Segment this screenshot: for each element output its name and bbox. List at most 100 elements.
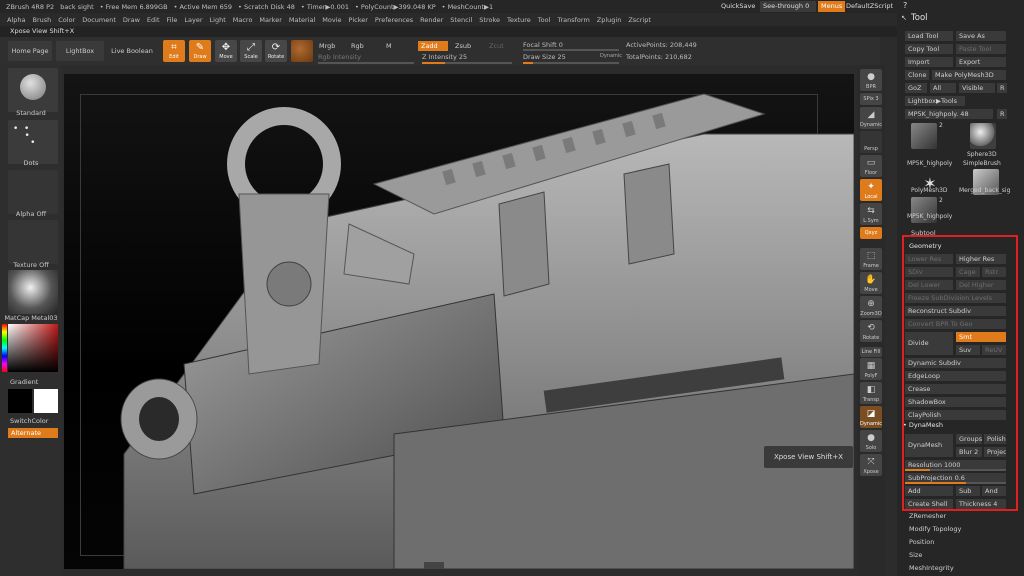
- quicksave-button[interactable]: QuickSave: [718, 1, 758, 12]
- meshintegrity-section[interactable]: MeshIntegrity: [909, 564, 954, 572]
- focal-shift-slider[interactable]: Focal Shift 0: [523, 41, 563, 49]
- default-zscript-button[interactable]: DefaultZScript: [843, 1, 896, 12]
- rgb-intensity-slider[interactable]: Rgb Intensity: [318, 53, 361, 61]
- main-color-swatch[interactable]: [8, 389, 32, 413]
- goz-button[interactable]: GoZ: [905, 83, 927, 93]
- line-fill-button[interactable]: Line Fill: [860, 347, 882, 357]
- paste-tool-button[interactable]: Paste Tool: [956, 44, 1006, 54]
- zadd-toggle[interactable]: Zadd: [418, 41, 448, 51]
- menu-preferences[interactable]: Preferences: [375, 16, 413, 24]
- menu-zplugin[interactable]: Zplugin: [597, 16, 622, 24]
- dynamic-size-toggle[interactable]: Dynamic: [600, 53, 622, 59]
- size-section[interactable]: Size: [909, 551, 922, 559]
- edit-button[interactable]: ⌗ Edit: [163, 40, 185, 62]
- rgb-toggle[interactable]: Rgb: [348, 41, 367, 51]
- copy-tool-button[interactable]: Copy Tool: [905, 44, 953, 54]
- load-tool-button[interactable]: Load Tool: [905, 31, 953, 41]
- home-page-button[interactable]: Home Page: [8, 41, 52, 61]
- see-through-slider[interactable]: See-through 0: [760, 1, 816, 12]
- m-toggle[interactable]: M: [383, 41, 395, 51]
- menu-stencil[interactable]: Stencil: [450, 16, 472, 24]
- material-swatch[interactable]: [291, 40, 313, 62]
- current-tool-slider[interactable]: MP5K_highpoly. 48: [905, 109, 993, 119]
- menu-material[interactable]: Material: [289, 16, 315, 24]
- live-boolean-button[interactable]: Live Boolean: [108, 41, 156, 61]
- menu-macro[interactable]: Macro: [233, 16, 253, 24]
- menu-light[interactable]: Light: [210, 16, 226, 24]
- tool-thumb-sphere3d[interactable]: [970, 123, 996, 149]
- visible-button[interactable]: Visible: [959, 83, 995, 93]
- brush-thumbnail[interactable]: [8, 68, 58, 112]
- zcut-toggle[interactable]: Zcut: [486, 41, 507, 51]
- menu-picker[interactable]: Picker: [349, 16, 368, 24]
- spix-slider[interactable]: SPix 3: [860, 93, 882, 105]
- lsym-button[interactable]: ⇆ L.Sym: [860, 203, 882, 225]
- color-picker[interactable]: [8, 324, 58, 372]
- menu-brush[interactable]: Brush: [32, 16, 51, 24]
- move-button[interactable]: ✥ Move: [215, 40, 237, 62]
- tool-thumb-mp5k[interactable]: [911, 123, 937, 149]
- menu-transform[interactable]: Transform: [557, 16, 589, 24]
- rotate-view-button[interactable]: ⟲ Rotate: [860, 320, 882, 342]
- menu-color[interactable]: Color: [58, 16, 75, 24]
- modify-topology-section[interactable]: Modify Topology: [909, 525, 961, 533]
- scale-button[interactable]: ⤢ Scale: [240, 40, 262, 62]
- menus-button[interactable]: Menus: [818, 1, 846, 12]
- texture-thumbnail[interactable]: [8, 220, 58, 264]
- make-polymesh-button[interactable]: Make PolyMesh3D: [932, 70, 1006, 80]
- tool-panel-title[interactable]: Tool: [911, 13, 928, 23]
- clone-button[interactable]: Clone: [905, 70, 929, 80]
- xpose-view-label[interactable]: Xpose View Shift+X: [10, 27, 74, 35]
- alpha-thumbnail[interactable]: [8, 170, 58, 214]
- bpr-button[interactable]: ● BPR: [860, 69, 882, 91]
- qxyz-button[interactable]: Qxyz: [860, 227, 882, 239]
- menu-movie[interactable]: Movie: [322, 16, 341, 24]
- alternate-button[interactable]: Alternate: [8, 428, 58, 438]
- menu-document[interactable]: Document: [82, 16, 116, 24]
- lightbox-tools-button[interactable]: Lightbox▶Tools: [905, 96, 965, 106]
- menu-stroke[interactable]: Stroke: [479, 16, 500, 24]
- stroke-thumbnail[interactable]: • • • •: [8, 120, 58, 164]
- menu-zscript[interactable]: Zscript: [628, 16, 651, 24]
- draw-button[interactable]: ✎ Draw: [189, 40, 211, 62]
- dynamic-persp-button[interactable]: ◢ Dynamic: [860, 107, 882, 129]
- menu-draw[interactable]: Draw: [123, 16, 140, 24]
- menu-file[interactable]: File: [167, 16, 178, 24]
- z-intensity-slider[interactable]: Z Intensity 25: [422, 53, 467, 61]
- goz-r-button[interactable]: R: [997, 83, 1007, 93]
- transp-button[interactable]: ◧ Transp: [860, 382, 882, 404]
- position-section[interactable]: Position: [909, 538, 934, 546]
- menu-layer[interactable]: Layer: [184, 16, 202, 24]
- current-tool-r-button[interactable]: R: [997, 109, 1007, 119]
- solo-button[interactable]: ● Solo: [860, 430, 882, 452]
- zoom3d-button[interactable]: ⊕ Zoom3D: [860, 296, 882, 318]
- menu-render[interactable]: Render: [420, 16, 443, 24]
- import-button[interactable]: Import: [905, 57, 953, 67]
- material-thumbnail[interactable]: [8, 270, 58, 314]
- hue-strip[interactable]: [2, 324, 7, 372]
- menu-edit[interactable]: Edit: [147, 16, 160, 24]
- persp-button[interactable]: Persp: [860, 131, 882, 153]
- switch-color-button[interactable]: SwitchColor: [10, 417, 72, 425]
- move-view-button[interactable]: ✋ Move: [860, 272, 882, 294]
- mrgb-toggle[interactable]: Mrgb: [316, 41, 338, 51]
- secondary-color-swatch[interactable]: [34, 389, 58, 413]
- draw-size-slider[interactable]: Draw Size 25: [523, 53, 566, 61]
- sculpt-model[interactable]: [64, 74, 854, 569]
- floor-button[interactable]: ▭ Floor: [860, 155, 882, 177]
- menu-alpha[interactable]: Alpha: [7, 16, 25, 24]
- all-button[interactable]: All: [930, 83, 956, 93]
- xpose-button[interactable]: ⤧ Xpose: [860, 454, 882, 476]
- menu-marker[interactable]: Marker: [259, 16, 281, 24]
- save-as-button[interactable]: Save As: [956, 31, 1006, 41]
- zsub-toggle[interactable]: Zsub: [452, 41, 474, 51]
- dynamic-ghost-button[interactable]: ◪ Dynamic: [860, 406, 882, 428]
- menu-texture[interactable]: Texture: [507, 16, 531, 24]
- lightbox-button[interactable]: LightBox: [56, 41, 104, 61]
- scroll-handle[interactable]: [424, 562, 444, 569]
- zremesher-section[interactable]: ZRemesher: [909, 512, 946, 520]
- rotate-button[interactable]: ⟳ Rotate: [265, 40, 287, 62]
- menu-tool[interactable]: Tool: [538, 16, 551, 24]
- polyf-button[interactable]: ▦ PolyF: [860, 358, 882, 380]
- document-viewport[interactable]: [64, 74, 854, 569]
